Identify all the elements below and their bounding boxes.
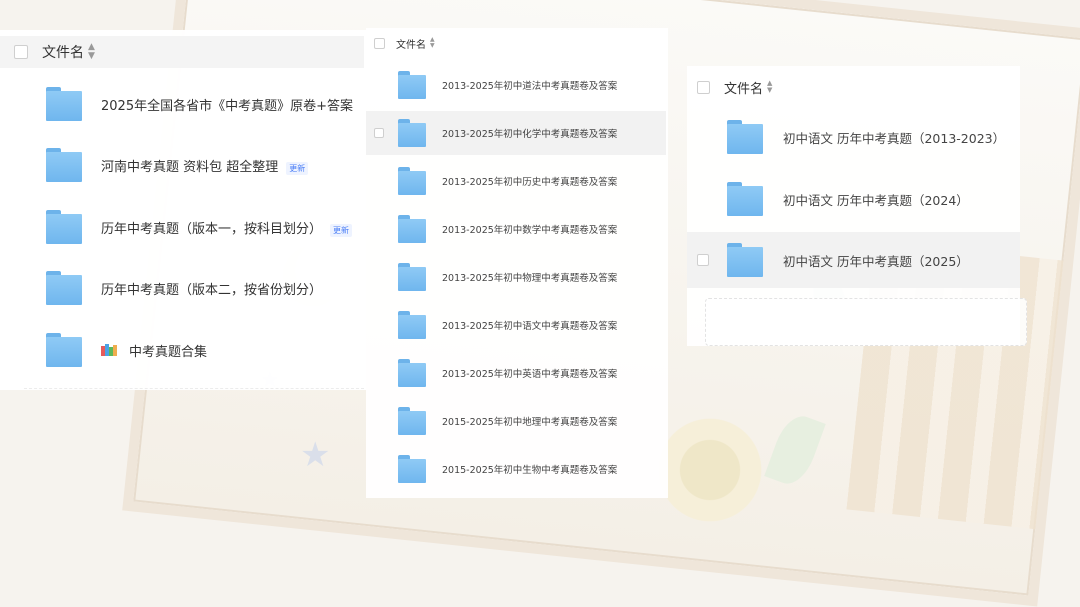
folder-icon (398, 167, 426, 195)
folder-icon (398, 71, 426, 99)
file-name-text: 河南中考真题 资料包 超全整理 (101, 159, 279, 175)
list-header: 文件名 ▲ ▼ (366, 30, 666, 56)
select-all-checkbox[interactable] (697, 80, 710, 94)
folder-icon (727, 182, 763, 216)
file-name-text: 历年中考真题（版本一，按科目划分） (101, 221, 323, 237)
background-sunflower (650, 410, 770, 530)
file-row[interactable]: 2015-2025年初中生物中考真题卷及答案 (366, 447, 666, 491)
file-name[interactable]: 2013-2025年初中数学中考真题卷及答案 (442, 222, 617, 236)
folder-icon (46, 210, 82, 244)
file-row[interactable]: 2013-2025年初中道法中考真题卷及答案 (366, 63, 666, 107)
file-row[interactable]: 2025年全国各省市《中考真题》原卷+答案 (0, 84, 364, 124)
folder-icon (727, 120, 763, 154)
folder-icon (398, 311, 426, 339)
folder-icon (398, 407, 426, 435)
file-row[interactable]: 2015-2025年初中地理中考真题卷及答案 (366, 399, 666, 443)
file-row[interactable]: 历年中考真题（版本一，按科目划分） 更新 (0, 207, 364, 247)
file-row[interactable]: 2013-2025年初中化学中考真题卷及答案 (366, 111, 666, 155)
file-row[interactable]: 2013-2025年初中数学中考真题卷及答案 (366, 207, 666, 251)
list-header: 文件名 ▲ ▼ (0, 36, 364, 68)
file-row[interactable]: 中考真题合集 (0, 330, 364, 370)
file-list-panel-left: 文件名 ▲ ▼ 2025年全国各省市《中考真题》原卷+答案 河南中考真题 资料包 超… (0, 30, 366, 390)
file-name[interactable]: 初中语文 历年中考真题（2024） (783, 190, 969, 209)
sort-arrows-icon[interactable]: ▲ ▼ (430, 37, 435, 49)
file-row[interactable]: 历年中考真题（版本二，按省份划分） (0, 268, 364, 308)
file-name[interactable]: 2013-2025年初中道法中考真题卷及答案 (442, 78, 617, 92)
sort-arrows-icon[interactable]: ▲ ▼ (767, 80, 772, 94)
file-name[interactable]: 中考真题合集 (129, 341, 207, 360)
file-row[interactable]: 2013-2025年初中物理中考真题卷及答案 (366, 255, 666, 299)
file-row[interactable]: 2013-2025年初中历史中考真题卷及答案 (366, 159, 666, 203)
folder-icon (46, 87, 82, 121)
folder-icon (398, 119, 426, 147)
folder-icon (398, 263, 426, 291)
folder-icon (398, 455, 426, 483)
row-checkbox[interactable] (697, 254, 709, 266)
file-name[interactable]: 历年中考真题（版本一，按科目划分） 更新 (101, 218, 353, 237)
file-name[interactable]: 2013-2025年初中化学中考真题卷及答案 (442, 126, 617, 140)
file-name[interactable]: 初中语文 历年中考真题（2013-2023） (783, 128, 1005, 147)
update-badge: 更新 (286, 161, 309, 175)
list-header: 文件名 ▲ ▼ (687, 72, 1020, 102)
file-name-text: 中考真题合集 (129, 344, 208, 360)
select-all-checkbox[interactable] (14, 45, 28, 59)
column-header-filename[interactable]: 文件名 (42, 42, 84, 62)
background-star-icon: ★ (300, 435, 331, 475)
sort-arrows-icon[interactable]: ▲ ▼ (88, 43, 95, 61)
file-row[interactable]: 初中语文 历年中考真题（2024） (687, 174, 1020, 224)
folder-icon (398, 215, 426, 243)
books-icon (101, 344, 117, 356)
file-name[interactable]: 2013-2025年初中语文中考真题卷及答案 (442, 318, 617, 332)
column-header-filename[interactable]: 文件名 (396, 36, 426, 51)
file-name-text: 历年中考真题（版本二，按省份划分） (101, 282, 323, 298)
file-row[interactable]: 2013-2025年初中英语中考真题卷及答案 (366, 351, 666, 395)
select-all-checkbox[interactable] (374, 37, 385, 49)
folder-icon (46, 333, 82, 367)
file-name[interactable]: 2015-2025年初中生物中考真题卷及答案 (442, 462, 617, 476)
file-name[interactable]: 历年中考真题（版本二，按省份划分） (101, 279, 322, 298)
folder-icon (398, 359, 426, 387)
empty-drop-area (705, 298, 1027, 346)
file-name[interactable]: 初中语文 历年中考真题（2025） (783, 251, 969, 270)
file-row[interactable]: 初中语文 历年中考真题（2025） (687, 232, 1020, 288)
update-badge: 更新 (330, 223, 353, 237)
file-row[interactable]: 2013-2025年初中语文中考真题卷及答案 (366, 303, 666, 347)
file-name[interactable]: 2025年全国各省市《中考真题》原卷+答案 (101, 95, 353, 114)
file-row[interactable]: 初中语文 历年中考真题（2013-2023） (687, 112, 1020, 162)
folder-icon (46, 148, 82, 182)
divider (24, 388, 364, 389)
file-name[interactable]: 2013-2025年初中历史中考真题卷及答案 (442, 174, 617, 188)
file-row[interactable]: 河南中考真题 资料包 超全整理 更新 (0, 145, 364, 185)
row-checkbox[interactable] (374, 128, 384, 138)
file-list-panel-middle: 文件名 ▲ ▼ 2013-2025年初中道法中考真题卷及答案 2013-2025年初… (366, 28, 668, 498)
folder-icon (46, 271, 82, 305)
file-name[interactable]: 河南中考真题 资料包 超全整理 更新 (101, 156, 309, 175)
folder-icon (727, 243, 763, 277)
file-name-text: 2025年全国各省市《中考真题》原卷+答案 (101, 98, 353, 114)
file-name[interactable]: 2013-2025年初中英语中考真题卷及答案 (442, 366, 617, 380)
file-name[interactable]: 2013-2025年初中物理中考真题卷及答案 (442, 270, 617, 284)
column-header-filename[interactable]: 文件名 (724, 78, 763, 97)
file-name[interactable]: 2015-2025年初中地理中考真题卷及答案 (442, 414, 617, 428)
